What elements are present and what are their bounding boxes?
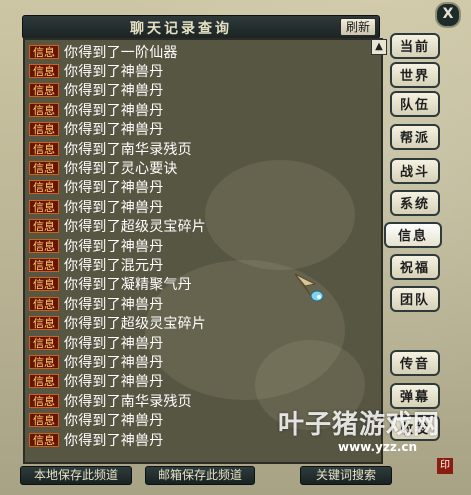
- log-message: 你得到了超级灵宝碎片: [64, 316, 206, 333]
- info-tag[interactable]: 信息: [29, 102, 59, 117]
- log-row: 信息 你得到了南华录残页: [29, 391, 206, 410]
- log-message: 你得到了混元丹: [64, 258, 164, 274]
- scroll-up-button[interactable]: ▲: [371, 39, 387, 55]
- log-message: 你得到了神兽丹: [64, 122, 164, 139]
- log-row: 信息 你得到了神兽丹: [29, 197, 206, 216]
- log-message: 你得到了南华录残页: [64, 393, 192, 410]
- log-row: 信息 你得到了神兽丹: [29, 61, 206, 80]
- title-bar: 聊天记录查询 刷新: [22, 15, 380, 39]
- info-tag[interactable]: 信息: [29, 296, 59, 311]
- log-row: 信息 你得到了超级灵宝碎片: [29, 217, 206, 236]
- log-message: 你得到了神兽丹: [64, 354, 164, 371]
- tab-6[interactable]: 信息: [384, 222, 442, 248]
- close-button[interactable]: X: [435, 2, 461, 28]
- log-message: 你得到了神兽丹: [64, 83, 164, 100]
- chat-log-panel[interactable]: 信息 你得到了一阶仙器 信息 你得到了神兽丹 信息 你得到了神兽丹 信息 你得到了神兽丹 信息你…: [23, 38, 383, 464]
- log-message: 你得到了南华录残页: [64, 141, 192, 158]
- info-tag[interactable]: 信息: [29, 122, 59, 137]
- log-message: 你得到了灵心要诀: [64, 161, 178, 178]
- log-row: 信息 你得到了神兽丹: [29, 236, 206, 255]
- info-tag[interactable]: 信息: [29, 141, 59, 156]
- log-row: 信息 你得到了神兽丹: [29, 178, 206, 197]
- tab-3[interactable]: 帮派: [390, 124, 440, 150]
- info-tag[interactable]: 信息: [29, 413, 59, 428]
- log-row: 信息 你得到了凝精聚气丹: [29, 275, 206, 294]
- log-row: 信息 你得到了神兽丹: [29, 352, 206, 371]
- pointer-cursor-icon: [294, 273, 324, 302]
- info-tag[interactable]: 信息: [29, 277, 59, 292]
- info-tag[interactable]: 信息: [29, 219, 59, 234]
- log-message: 你得到了神兽丹: [64, 374, 164, 391]
- tab-5[interactable]: 系统: [390, 190, 440, 216]
- info-tag[interactable]: 信息: [29, 44, 59, 59]
- log-message: 你得到了神兽丹: [64, 238, 164, 255]
- info-tag[interactable]: 信息: [29, 180, 59, 195]
- info-tag[interactable]: 信息: [29, 374, 59, 389]
- log-row: 信息 你得到了神兽丹: [29, 81, 206, 100]
- info-tag[interactable]: 信息: [29, 199, 59, 214]
- log-message: 你得到了神兽丹: [64, 102, 164, 119]
- lotus-decoration: [205, 160, 355, 270]
- keyword-search-button[interactable]: 关键词搜索: [300, 466, 392, 485]
- log-message: 你得到了神兽丹: [64, 432, 164, 449]
- info-tag[interactable]: 信息: [29, 354, 59, 369]
- log-message: 你得到了神兽丹: [64, 64, 164, 81]
- info-tag[interactable]: 信息: [29, 161, 59, 176]
- log-message: 你得到了神兽丹: [64, 296, 164, 313]
- info-tag[interactable]: 信息: [29, 393, 59, 408]
- log-row: 信息 你得到了神兽丹: [29, 430, 206, 449]
- log-message: 你得到了神兽丹: [64, 199, 164, 216]
- log-message: 你得到了神兽丹: [64, 180, 164, 197]
- info-tag[interactable]: 信息: [29, 335, 59, 350]
- tab-4[interactable]: 战斗: [390, 158, 440, 184]
- window-title: 聊天记录查询: [130, 21, 232, 37]
- mail-save-button[interactable]: 邮箱保存此频道: [145, 466, 255, 485]
- tab-0[interactable]: 当前: [390, 33, 440, 59]
- info-tag[interactable]: 信息: [29, 83, 59, 98]
- log-row: 信息 你得到了神兽丹: [29, 372, 206, 391]
- tab-1[interactable]: 世界: [390, 62, 440, 88]
- info-tag[interactable]: 信息: [29, 238, 59, 253]
- tab-9[interactable]: 传音: [390, 350, 440, 376]
- tab-2[interactable]: 队伍: [390, 91, 440, 117]
- tab-7[interactable]: 祝福: [390, 254, 440, 280]
- watermark-brand: 叶子猪游戏网: [278, 410, 441, 440]
- log-row: 信息 你得到了超级灵宝碎片: [29, 313, 206, 332]
- refresh-button[interactable]: 刷新: [340, 18, 376, 36]
- log-row: 信息 你得到了神兽丹: [29, 100, 206, 119]
- info-tag[interactable]: 信息: [29, 64, 59, 79]
- watermark-url: www.yzz.cn: [338, 440, 418, 454]
- log-row: 信息 你得到了灵心要诀: [29, 158, 206, 177]
- log-row: 信息 你得到了神兽丹: [29, 333, 206, 352]
- info-tag[interactable]: 信息: [29, 316, 59, 331]
- log-message: 你得到了超级灵宝碎片: [64, 219, 206, 236]
- info-tag[interactable]: 信息: [29, 432, 59, 447]
- log-row: 信息 你得到了一阶仙器: [29, 42, 206, 61]
- log-message: 你得到了一阶仙器: [64, 44, 178, 61]
- log-message: 你得到了神兽丹: [64, 413, 164, 430]
- seal-stamp-icon: 印: [437, 458, 453, 474]
- log-row: 信息 你得到了神兽丹: [29, 410, 206, 429]
- log-message: 你得到了凝精聚气丹: [64, 277, 192, 294]
- log-row: 信息 你得到了神兽丹: [29, 120, 206, 139]
- tab-8[interactable]: 团队: [390, 286, 440, 312]
- log-message: 你得到了神兽丹: [64, 335, 164, 352]
- log-row: 信息 你得到了神兽丹: [29, 294, 206, 313]
- log-row: 信息 你得到了南华录残页: [29, 139, 206, 158]
- info-tag[interactable]: 信息: [29, 257, 59, 272]
- chat-log-list: 信息 你得到了一阶仙器 信息 你得到了神兽丹 信息 你得到了神兽丹 信息 你得到了神兽丹 信息你…: [29, 42, 206, 449]
- save-local-button[interactable]: 本地保存此频道: [20, 466, 132, 485]
- log-row: 信息 你得到了混元丹: [29, 255, 206, 274]
